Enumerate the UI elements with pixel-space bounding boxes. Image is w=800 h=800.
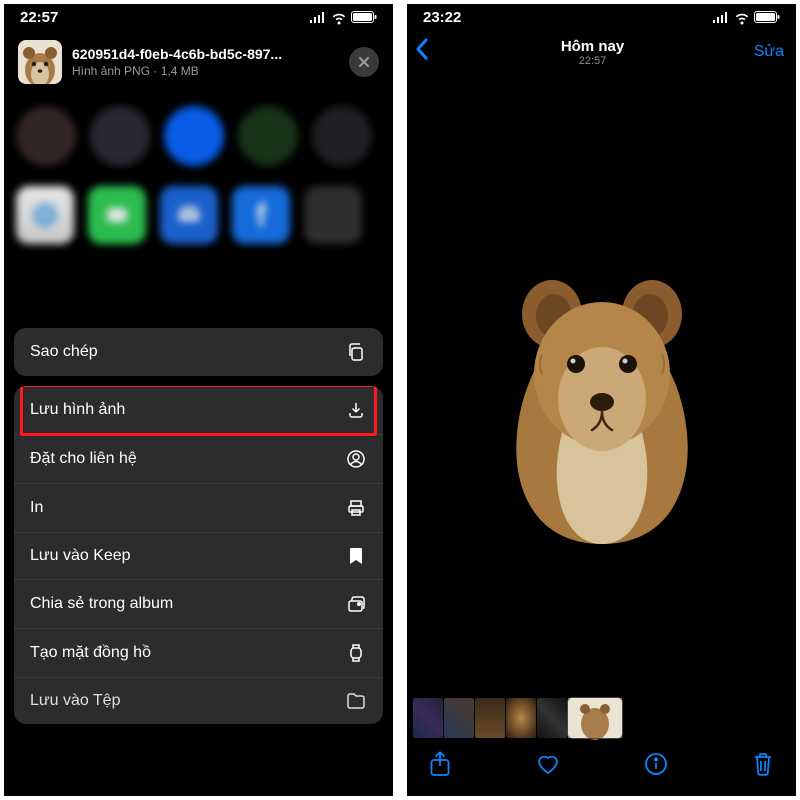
trash-icon xyxy=(752,752,774,776)
share-targets-blurred: f xyxy=(4,98,393,318)
photos-title: Hôm nay xyxy=(445,38,740,55)
action-save-files[interactable]: Lưu vào Tệp xyxy=(14,677,383,724)
close-icon xyxy=(358,56,370,68)
share-header: 620951d4-f0eb-4c6b-bd5c-897... Hình ảnh … xyxy=(4,30,393,98)
filmstrip-thumb[interactable] xyxy=(475,698,505,738)
delete-button[interactable] xyxy=(752,752,774,776)
filmstrip-thumb[interactable] xyxy=(444,698,474,738)
action-save-image[interactable]: Lưu hình ảnh xyxy=(14,386,383,434)
photos-toolbar xyxy=(407,742,796,796)
action-share-album[interactable]: Chia sẻ trong album xyxy=(14,579,383,628)
action-assign-contact[interactable]: Đặt cho liên hệ xyxy=(14,434,383,483)
share-icon xyxy=(429,751,451,777)
filmstrip-thumb[interactable] xyxy=(506,698,536,738)
filmstrip[interactable] xyxy=(407,694,796,742)
status-bar: 23:22 xyxy=(407,4,796,30)
file-name: 620951d4-f0eb-4c6b-bd5c-897... xyxy=(72,46,339,62)
info-icon xyxy=(644,752,668,776)
file-meta: Hình ảnh PNG · 1,4 MB xyxy=(72,64,339,78)
action-copy[interactable]: Sao chép xyxy=(14,328,383,376)
status-bar: 22:57 xyxy=(4,4,393,30)
filmstrip-thumb[interactable] xyxy=(537,698,567,738)
action-label: Sao chép xyxy=(30,343,98,361)
phone-share-sheet: 22:57 620951d4-f0eb-4c6b-bd5c-897... Hìn… xyxy=(4,4,393,796)
back-button[interactable] xyxy=(415,38,445,67)
action-list: Sao chép Lưu hình ảnh Đặt cho liên hệ xyxy=(14,328,383,724)
action-label: Tạo mặt đồng hồ xyxy=(30,644,151,662)
share-button[interactable] xyxy=(429,751,451,777)
status-icons xyxy=(712,11,780,23)
file-info: 620951d4-f0eb-4c6b-bd5c-897... Hình ảnh … xyxy=(72,46,339,78)
photos-header: Hôm nay 22:57 Sửa xyxy=(407,30,796,74)
photos-subtitle: 22:57 xyxy=(445,55,740,67)
photo-quokka xyxy=(472,244,732,544)
bookmark-icon xyxy=(345,547,367,565)
filmstrip-thumb[interactable] xyxy=(413,698,443,738)
watch-icon xyxy=(345,643,367,663)
download-icon xyxy=(345,400,367,420)
action-label: Lưu vào Keep xyxy=(30,547,131,565)
photo-viewer[interactable] xyxy=(407,74,796,694)
phone-photos-viewer: 23:22 Hôm nay 22:57 Sửa xyxy=(407,4,796,796)
print-icon xyxy=(345,498,367,518)
chevron-left-icon xyxy=(415,38,429,60)
shared-album-icon xyxy=(345,594,367,614)
copy-icon xyxy=(345,342,367,362)
action-label: Chia sẻ trong album xyxy=(30,595,173,613)
action-label: In xyxy=(30,499,43,517)
favorite-button[interactable] xyxy=(535,752,561,776)
filmstrip-thumb-selected[interactable] xyxy=(568,698,622,738)
heart-icon xyxy=(535,752,561,776)
status-time: 23:22 xyxy=(423,9,461,26)
status-time: 22:57 xyxy=(20,9,58,26)
action-label: Đặt cho liên hệ xyxy=(30,450,137,468)
status-icons xyxy=(309,11,377,23)
contact-icon xyxy=(345,449,367,469)
action-label: Lưu hình ảnh xyxy=(30,401,125,419)
info-button[interactable] xyxy=(644,752,668,776)
folder-icon xyxy=(345,692,367,710)
title-column: Hôm nay 22:57 xyxy=(445,38,740,67)
action-label: Lưu vào Tệp xyxy=(30,692,120,710)
action-save-keep[interactable]: Lưu vào Keep xyxy=(14,532,383,579)
action-watch-face[interactable]: Tạo mặt đồng hồ xyxy=(14,628,383,677)
close-button[interactable] xyxy=(349,47,379,77)
edit-button[interactable]: Sửa xyxy=(740,43,784,61)
action-print[interactable]: In xyxy=(14,483,383,532)
file-thumbnail xyxy=(18,40,62,84)
